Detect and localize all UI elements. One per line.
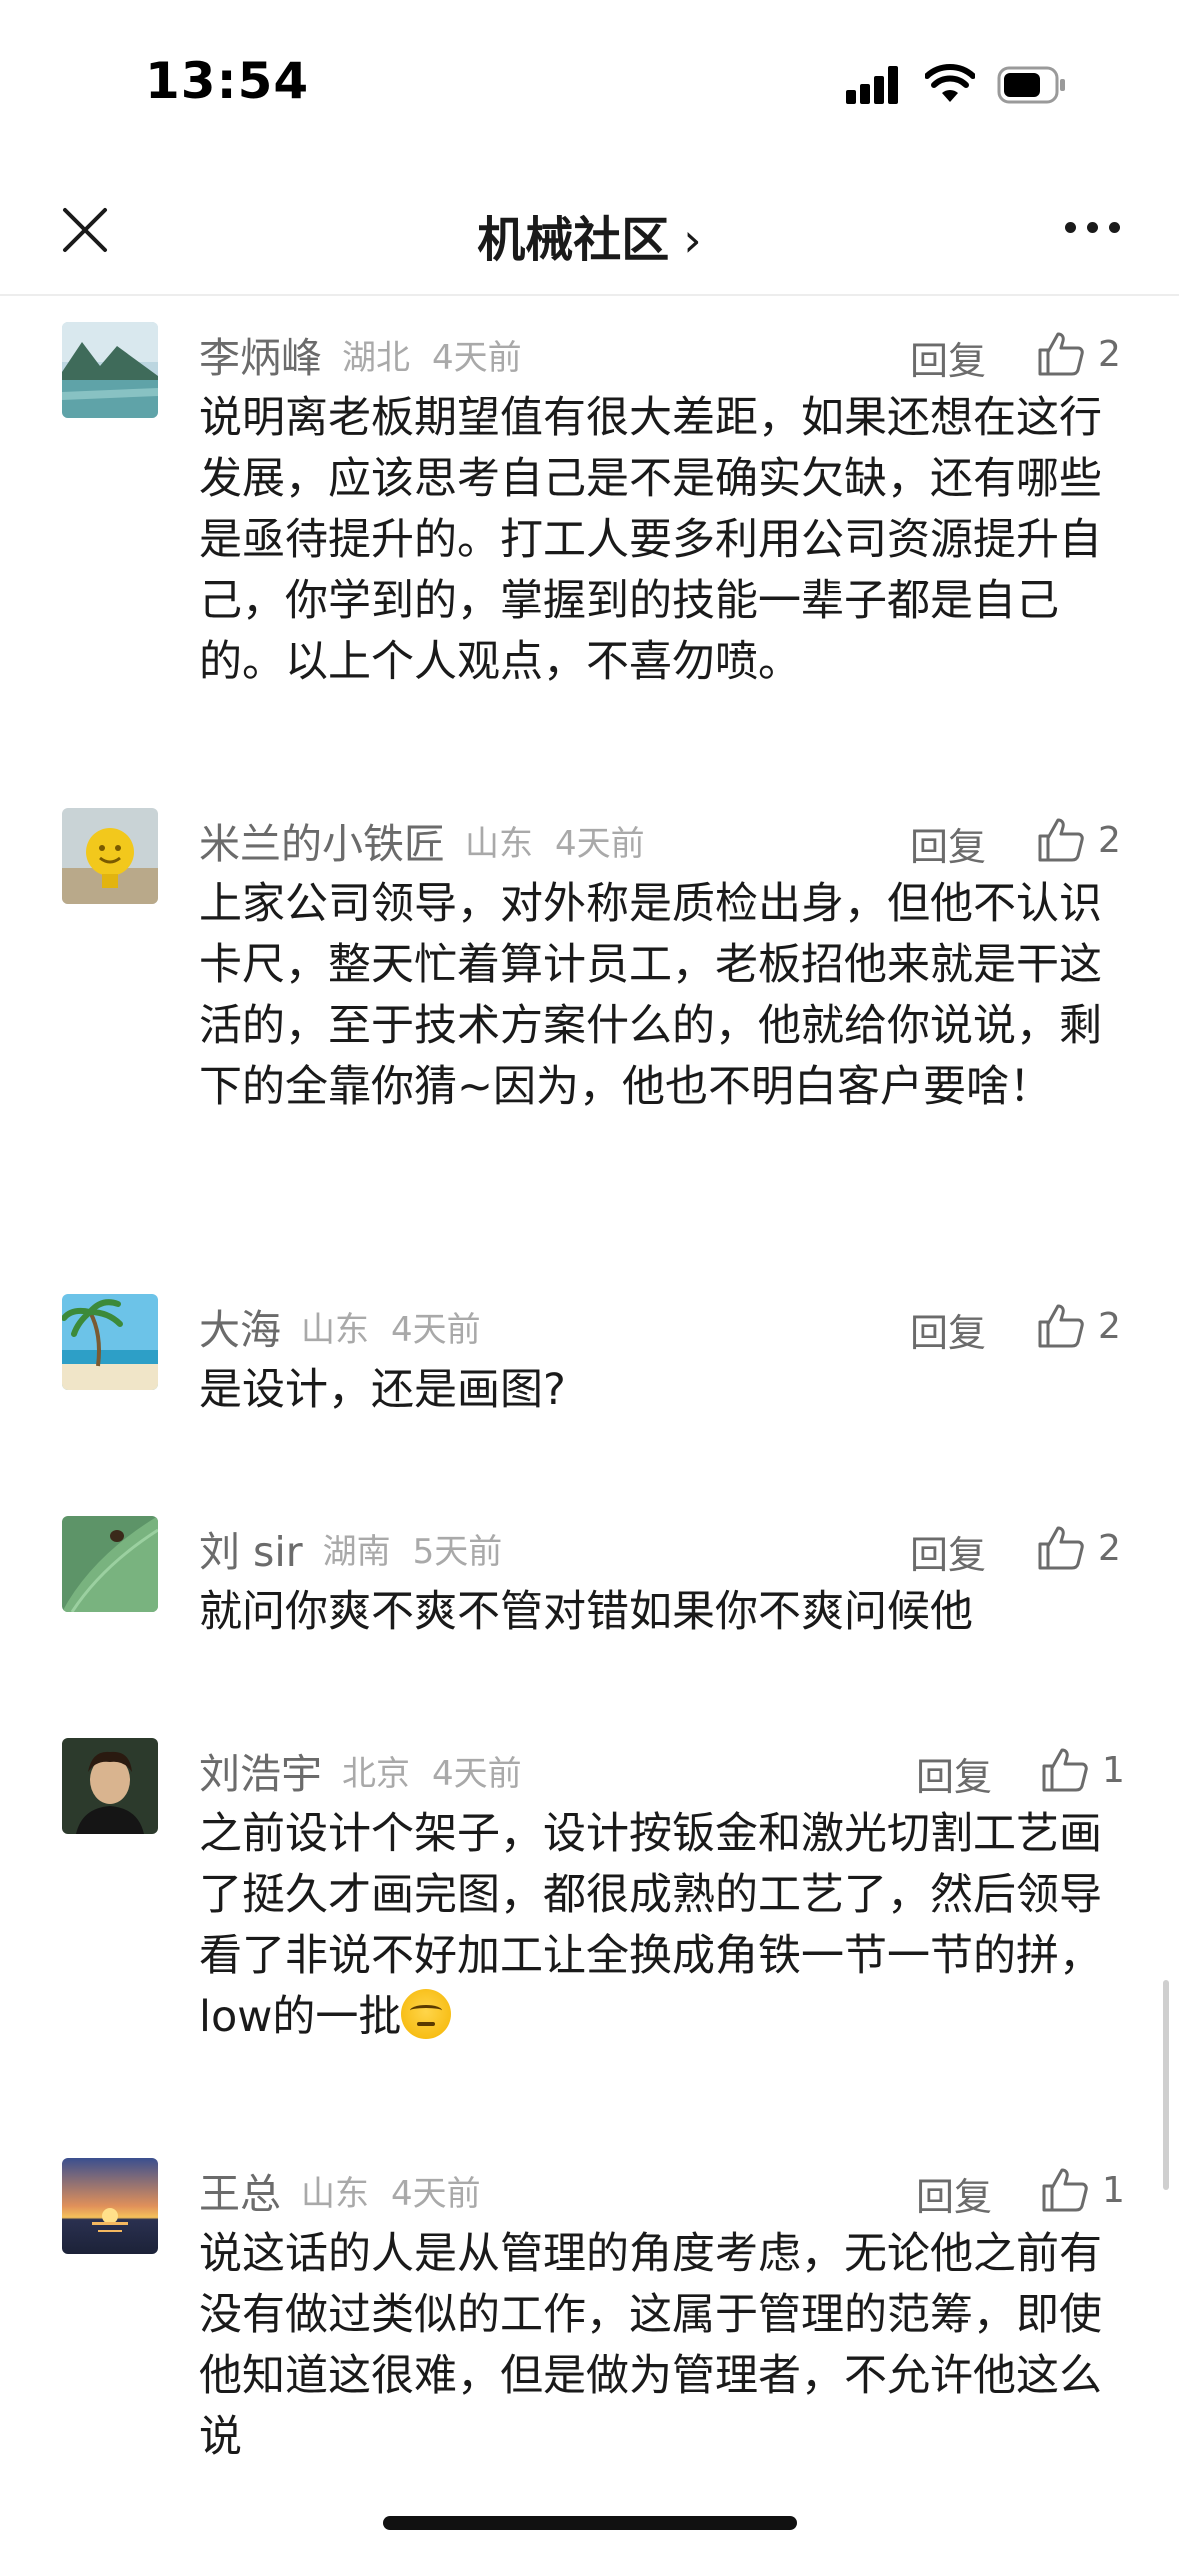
- timestamp: 4天前: [555, 823, 645, 864]
- cellular-signal-icon: [846, 66, 906, 104]
- thumbs-up-icon: [1038, 1304, 1084, 1348]
- avatar[interactable]: [62, 1294, 158, 1390]
- like-button[interactable]: 2: [1036, 328, 1156, 380]
- location: 山东: [301, 1309, 369, 1350]
- like-button[interactable]: 2: [1036, 1522, 1156, 1574]
- chevron-right-icon: ›: [683, 213, 702, 267]
- like-count: 2: [1098, 1306, 1121, 1347]
- scrollbar[interactable]: [1163, 1980, 1169, 2190]
- like-count: 1: [1102, 1750, 1125, 1791]
- like-count: 2: [1098, 334, 1121, 375]
- comment-header: 米兰的小铁匠 山东 4天前: [199, 812, 645, 868]
- location: 北京: [342, 1753, 410, 1794]
- username[interactable]: 王总: [199, 2160, 281, 2220]
- status-bar: 13:54: [0, 0, 1179, 170]
- thumbs-up-icon: [1042, 1748, 1088, 1792]
- location: 山东: [301, 2173, 369, 2214]
- username[interactable]: 米兰的小铁匠: [199, 810, 445, 870]
- page-title: 机械社区: [477, 212, 670, 268]
- username[interactable]: 刘 sir: [199, 1518, 303, 1578]
- comment-header: 刘浩宇 北京 4天前: [199, 1742, 522, 1798]
- avatar[interactable]: [62, 2158, 158, 2254]
- username[interactable]: 大海: [199, 1296, 281, 1356]
- comment-text: 说这话的人是从管理的角度考虑，无论他之前有没有做过类似的工作，这属于管理的范筹，…: [199, 2229, 1102, 2462]
- avatar[interactable]: [62, 1738, 158, 1834]
- comment-page: 13:54 机械社区 › 李炳峰 湖北 4天前 回复 2 说明离老板期望值有很大…: [0, 0, 1179, 2556]
- username[interactable]: 李炳峰: [199, 324, 322, 384]
- reply-button[interactable]: 回复: [910, 330, 986, 385]
- avatar[interactable]: [62, 1516, 158, 1612]
- location: 山东: [465, 823, 533, 864]
- like-count: 1: [1102, 2170, 1125, 2211]
- more-options-icon[interactable]: [1065, 222, 1125, 242]
- like-button[interactable]: 2: [1036, 814, 1156, 866]
- comment-text: 是设计，还是画图?: [199, 1365, 566, 1415]
- timestamp: 4天前: [391, 2173, 481, 2214]
- comment-text: 说明离老板期望值有很大差距，如果还想在这行发展，应该思考自己是不是确实欠缺，还有…: [199, 393, 1102, 687]
- location: 湖南: [322, 1531, 391, 1572]
- timestamp: 4天前: [391, 1309, 481, 1350]
- timestamp: 4天前: [432, 337, 522, 378]
- nav-bar: 机械社区 ›: [0, 170, 1179, 296]
- wifi-icon: [925, 64, 975, 102]
- location: 湖北: [342, 337, 410, 378]
- comment-text-content: 之前设计个架子，设计按钣金和激光切割工艺画了挺久才画完图，都很成熟的工艺了，然后…: [199, 1809, 1102, 2042]
- like-count: 2: [1098, 820, 1121, 861]
- comment-text: 之前设计个架子，设计按钣金和激光切割工艺画了挺久才画完图，都很成熟的工艺了，然后…: [199, 1804, 1129, 2048]
- like-button[interactable]: 1: [1040, 1744, 1160, 1796]
- comment-header: 王总 山东 4天前: [199, 2162, 481, 2218]
- like-count: 2: [1098, 1528, 1121, 1569]
- home-indicator[interactable]: [383, 2516, 797, 2530]
- community-title-link[interactable]: 机械社区 ›: [0, 200, 1179, 270]
- sweat-emoji-icon: [401, 1989, 452, 2039]
- timestamp: 5天前: [412, 1531, 503, 1572]
- comment-header: 大海 山东 4天前: [199, 1298, 481, 1354]
- thumbs-up-icon: [1042, 2168, 1088, 2212]
- like-button[interactable]: 1: [1040, 2164, 1160, 2216]
- avatar[interactable]: [62, 322, 158, 418]
- like-button[interactable]: 2: [1036, 1300, 1156, 1352]
- comment-text: 就问你爽不爽不管对错如果你不爽问候他: [199, 1587, 973, 1637]
- reply-button[interactable]: 回复: [910, 816, 986, 871]
- comment-header: 刘 sir 湖南 5天前: [199, 1520, 502, 1576]
- reply-button[interactable]: 回复: [916, 1746, 992, 1801]
- comment-text: 上家公司领导，对外称是质检出身，但他不认识卡尺，整天忙着算计员工，老板招他来就是…: [199, 879, 1102, 1112]
- battery-icon: [997, 66, 1065, 104]
- avatar[interactable]: [62, 808, 158, 904]
- username[interactable]: 刘浩宇: [199, 1740, 322, 1800]
- comment-header: 李炳峰 湖北 4天前: [199, 326, 522, 382]
- thumbs-up-icon: [1038, 332, 1084, 376]
- reply-button[interactable]: 回复: [910, 1302, 986, 1357]
- thumbs-up-icon: [1038, 1526, 1084, 1570]
- reply-button[interactable]: 回复: [916, 2166, 992, 2221]
- status-time: 13:54: [145, 52, 310, 110]
- reply-button[interactable]: 回复: [910, 1524, 986, 1579]
- thumbs-up-icon: [1038, 818, 1084, 862]
- timestamp: 4天前: [432, 1753, 522, 1794]
